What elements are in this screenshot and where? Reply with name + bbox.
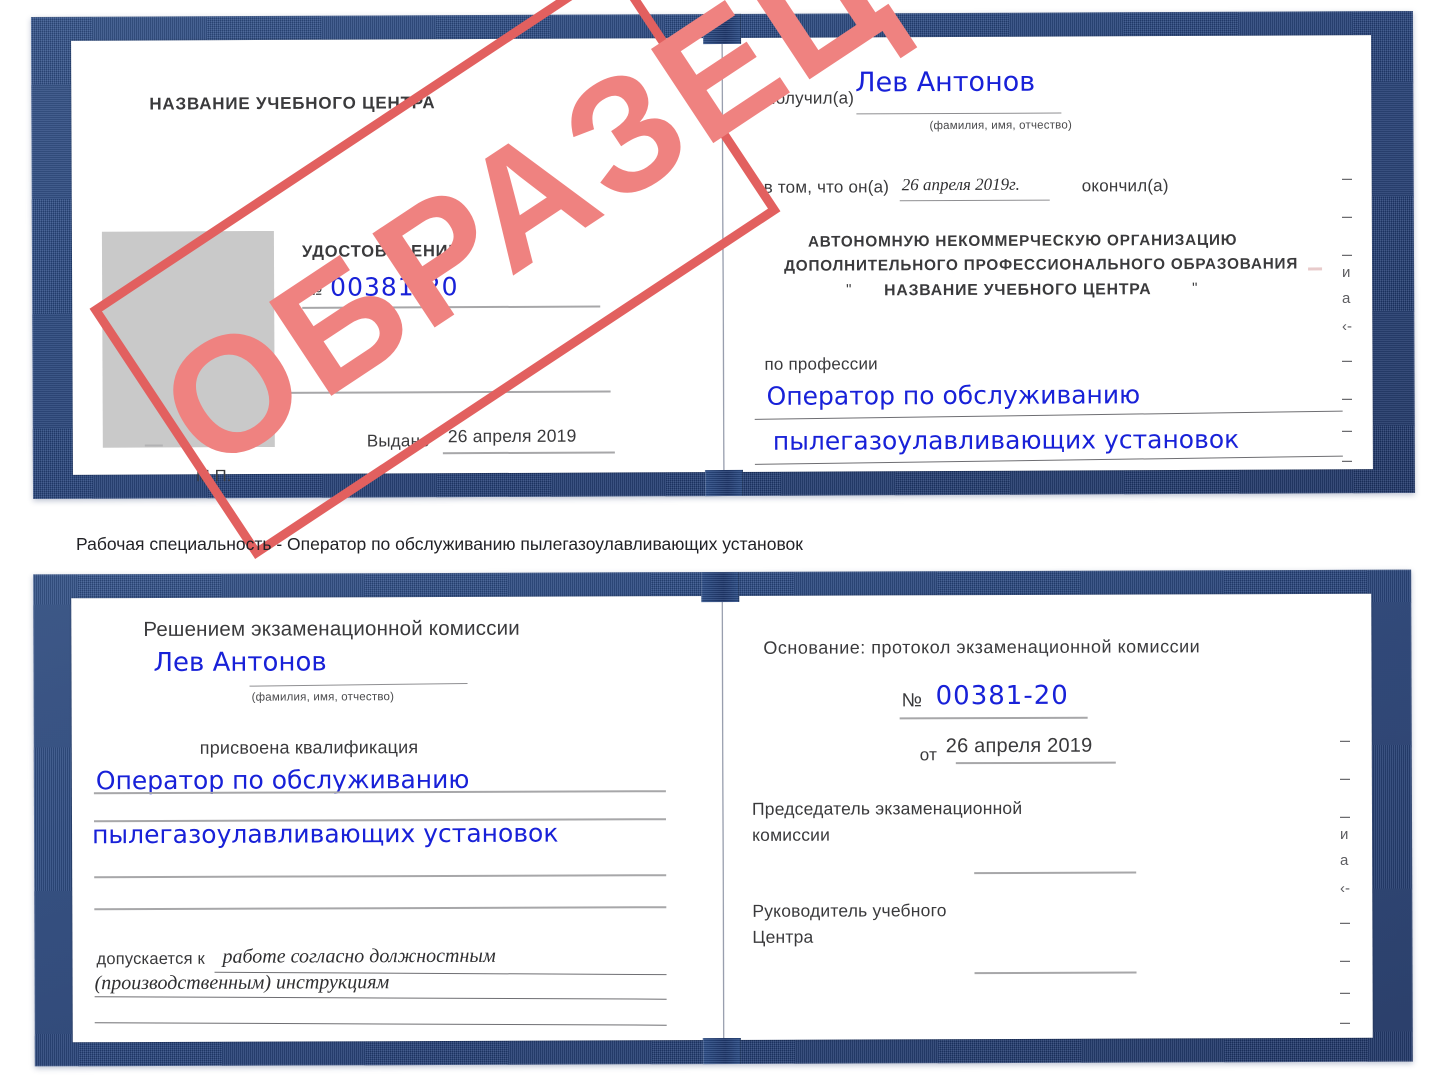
chairman-signature-rule — [974, 871, 1137, 875]
certificate-top-pages: НАЗВАНИЕ УЧЕБНОГО ЦЕНТРА УДОСТОВЕРЕНИЕ №… — [71, 35, 1373, 485]
edge-fragment-b8: – — [1340, 982, 1351, 1002]
edge-fragment-6: – — [1342, 350, 1353, 370]
organization-line-1: АВТОНОМНУЮ НЕКОММЕРЧЕСКУЮ ОРГАНИЗАЦИЮ — [807, 231, 1238, 251]
organization-quote-close: " — [1192, 279, 1198, 297]
protocol-date-label: от — [919, 745, 938, 765]
scan-speck-right — [1308, 267, 1323, 271]
chairman-label-line-1: Председатель экзаменационной — [751, 797, 1023, 819]
top-left-page: НАЗВАНИЕ УЧЕБНОГО ЦЕНТРА УДОСТОВЕРЕНИЕ №… — [71, 38, 723, 485]
admitted-rule-2 — [94, 996, 667, 1000]
admitted-value-line-1: работе согласно должностным — [222, 944, 496, 968]
edge-fragment-0: – — [1342, 168, 1353, 188]
certificate-top-cover: НАЗВАНИЕ УЧЕБНОГО ЦЕНТРА УДОСТОВЕРЕНИЕ №… — [30, 10, 1416, 500]
edge-fragment-2: – — [1342, 244, 1353, 264]
fio-hint-bottom: (фамилия, имя, отчество) — [251, 691, 395, 704]
spine-tab-bottom-upper — [701, 571, 740, 603]
name-rule-bottom — [249, 682, 468, 687]
edge-fragment-5: ‹- — [1342, 318, 1352, 335]
profession-rule-2 — [754, 455, 1343, 465]
edge-fragment-1: – — [1342, 206, 1353, 226]
edge-fragment-8: – — [1342, 420, 1353, 440]
profession-value-line-1: Оператор по обслуживанию — [766, 380, 1141, 411]
organization-line-3: НАЗВАНИЕ УЧЕБНОГО ЦЕНТРА — [884, 281, 1152, 300]
edge-fragment-b2: – — [1340, 806, 1351, 826]
scan-speck — [144, 444, 163, 447]
edge-fragment-b9: – — [1340, 1012, 1351, 1032]
qualification-label: присвоена квалификация — [199, 737, 419, 758]
protocol-date-rule — [955, 761, 1116, 765]
edge-fragment-b6: – — [1340, 912, 1351, 932]
bottom-left-page: Решением экзаменационной комиссии Лев Ан… — [71, 596, 723, 1042]
edge-fragment-b4: а — [1340, 852, 1349, 869]
study-end-date-value: 26 апреля 2019г. — [901, 174, 1020, 195]
received-name-value: Лев Антонов — [855, 66, 1036, 99]
profession-rule-1 — [754, 410, 1343, 420]
spine-tab-bottom-lower — [702, 1037, 741, 1065]
edge-fragment-9: – — [1342, 450, 1353, 470]
profession-value-line-2: пылегазоулавливающих установок — [772, 424, 1240, 456]
bottom-right-edge-fragments: – – – и а ‹- – – – – — [1338, 730, 1364, 1032]
head-signature-rule — [974, 971, 1137, 975]
issued-rule — [442, 451, 615, 455]
document-title: УДОСТОВЕРЕНИЕ — [301, 242, 461, 261]
protocol-number-label: № — [901, 690, 923, 712]
edge-fragment-b3: и — [1340, 826, 1349, 843]
page-caption: Рабочая специальность - Оператор по обсл… — [76, 534, 803, 554]
protocol-date-value: 26 апреля 2019 — [945, 734, 1093, 758]
qualification-value-line-2: пылегазоулавливающих установок — [92, 818, 559, 850]
basis-label: Основание: протокол экзаменационной коми… — [763, 636, 1201, 658]
top-right-edge-fragments: – – – и а ‹- – – – – — [1340, 168, 1366, 470]
edge-fragment-b1: – — [1340, 768, 1351, 788]
that-he-label: в том, что он(а) — [763, 177, 890, 197]
fio-hint-top: (фамилия, имя, отчество) — [929, 119, 1073, 133]
photo-placeholder — [101, 230, 275, 448]
admitted-value-line-2: (производственным) инструкциям — [94, 971, 390, 995]
that-he-rule — [899, 199, 1050, 202]
student-name-value: Лев Антонов — [153, 647, 327, 678]
received-label: Получил(а) — [763, 88, 855, 108]
spine-tab-top-lower — [704, 469, 744, 497]
organization-quote-open: " — [846, 281, 852, 299]
qual-rule-3 — [94, 874, 667, 879]
protocol-number-rule — [899, 716, 1088, 720]
qual-rule-4 — [94, 906, 667, 911]
edge-fragment-4: а — [1342, 290, 1351, 307]
edge-fragment-3: и — [1342, 264, 1351, 281]
certificate-number-value: 00381-20 — [330, 272, 459, 302]
edge-fragment-7: – — [1342, 388, 1353, 408]
issued-label: Выдано — [366, 431, 430, 451]
number-label: № — [304, 279, 323, 299]
finished-label: окончил(а) — [1081, 176, 1169, 196]
edge-fragment-b0: – — [1340, 730, 1351, 750]
certificate-bottom-cover: Решением экзаменационной комиссии Лев Ан… — [33, 569, 1413, 1067]
issued-date-value: 26 апреля 2019 — [447, 425, 577, 447]
protocol-number-value: 00381-20 — [935, 680, 1069, 712]
edge-fragment-b7: – — [1340, 950, 1351, 970]
bottom-right-page: Основание: протокол экзаменационной коми… — [723, 594, 1373, 1040]
head-label-line-2: Центра — [752, 926, 814, 947]
number-rule — [302, 305, 601, 309]
certificate-bottom-pages: Решением экзаменационной комиссии Лев Ан… — [71, 593, 1373, 1043]
seal-label: М.П. — [195, 467, 232, 486]
spine-tab-top-upper — [702, 13, 742, 45]
profession-label: по профессии — [764, 354, 878, 374]
organization-line-2: ДОПОЛНИТЕЛЬНОГО ПРОФЕССИОНАЛЬНОГО ОБРАЗО… — [784, 255, 1299, 275]
received-rule — [856, 112, 1062, 115]
admitted-rule-3 — [94, 1022, 667, 1026]
chairman-label-line-2: комиссии — [752, 824, 831, 845]
commission-decision-heading: Решением экзаменационной комиссии — [143, 616, 520, 642]
training-center-header: НАЗВАНИЕ УЧЕБНОГО ЦЕНТРА — [149, 93, 436, 114]
edge-fragment-b5: ‹- — [1340, 880, 1350, 897]
top-right-page: Получил(а) Лев Антонов (фамилия, имя, от… — [723, 35, 1373, 472]
admitted-label: допускается к — [96, 949, 205, 969]
head-label-line-1: Руководитель учебного — [752, 900, 947, 921]
blank-rule-1 — [280, 390, 611, 394]
